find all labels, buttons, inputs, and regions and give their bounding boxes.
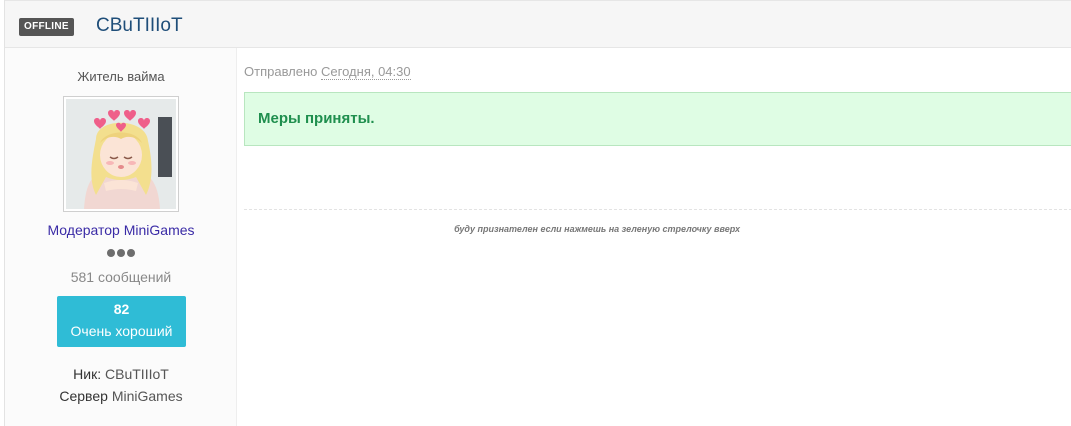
rank-dot-icon bbox=[107, 249, 115, 257]
post-date: Отправлено Сегодня, 04:30 bbox=[244, 64, 411, 80]
user-title: Житель вайма bbox=[77, 69, 165, 84]
rank-dot-icon bbox=[117, 249, 125, 257]
post-date-prefix: Отправлено bbox=[244, 64, 318, 79]
server-value: MiniGames bbox=[111, 388, 183, 404]
author-name-link[interactable]: CBuTIIIoT bbox=[96, 14, 183, 38]
server-label: Сервер bbox=[59, 388, 108, 404]
reputation-badge[interactable]: 82 Очень хороший bbox=[57, 296, 186, 347]
reputation-value: 82 bbox=[113, 301, 130, 317]
reputation-label: Очень хороший bbox=[70, 323, 173, 339]
post-body: Отправлено Сегодня, 04:30 Меры приняты. … bbox=[244, 48, 1071, 426]
post-header: OFFLINE CBuTIIIoT bbox=[5, 0, 1071, 48]
rank-dots bbox=[5, 244, 237, 258]
status-badge: OFFLINE bbox=[19, 18, 74, 36]
post-count: 581 сообщений bbox=[70, 269, 172, 285]
post-date-value[interactable]: Сегодня, 04:30 bbox=[321, 64, 411, 80]
nick-field: Ник: CBuTIIIoT bbox=[5, 366, 237, 382]
post-content-text: Меры приняты. bbox=[258, 110, 375, 127]
post-content-box: Меры приняты. bbox=[244, 92, 1071, 146]
signature-divider bbox=[244, 209, 1071, 210]
server-field: Сервер MiniGames bbox=[5, 388, 237, 404]
forum-post: OFFLINE CBuTIIIoT Житель вайма Модератор… bbox=[4, 0, 1071, 426]
signature-text: буду признателен если нажмешь на зеленую… bbox=[454, 224, 740, 234]
author-panel: Житель вайма Модератор MiniGames 581 соо… bbox=[5, 48, 237, 426]
anime-girl-avatar-icon bbox=[66, 99, 176, 209]
user-group-label: Модератор MiniGames bbox=[47, 222, 195, 238]
avatar[interactable] bbox=[63, 96, 179, 212]
nick-value: CBuTIIIoT bbox=[105, 366, 169, 382]
nick-label: Ник: bbox=[73, 366, 102, 382]
rank-dot-icon bbox=[127, 249, 135, 257]
